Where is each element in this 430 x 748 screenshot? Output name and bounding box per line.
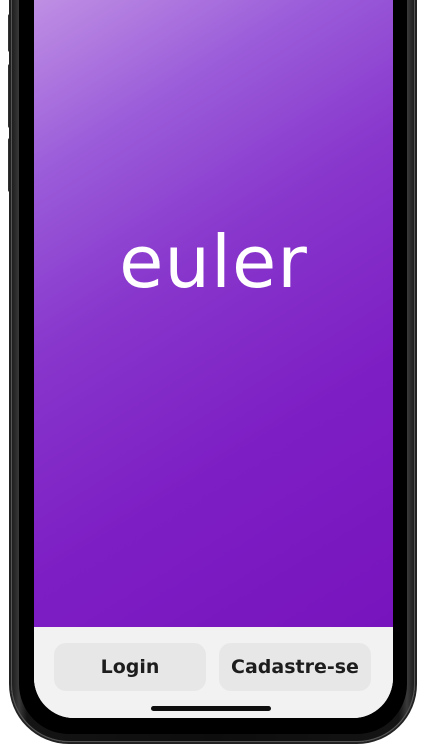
auth-action-bar: Login Cadastre-se bbox=[34, 627, 393, 718]
signup-button[interactable]: Cadastre-se bbox=[219, 643, 371, 691]
login-button[interactable]: Login bbox=[54, 643, 206, 691]
splash-hero: euler bbox=[34, 0, 393, 627]
phone-screen: euler Login Cadastre-se bbox=[34, 0, 393, 718]
device-mockup: euler Login Cadastre-se bbox=[0, 0, 430, 748]
home-indicator[interactable] bbox=[151, 706, 271, 711]
app-logo: euler bbox=[119, 220, 308, 304]
